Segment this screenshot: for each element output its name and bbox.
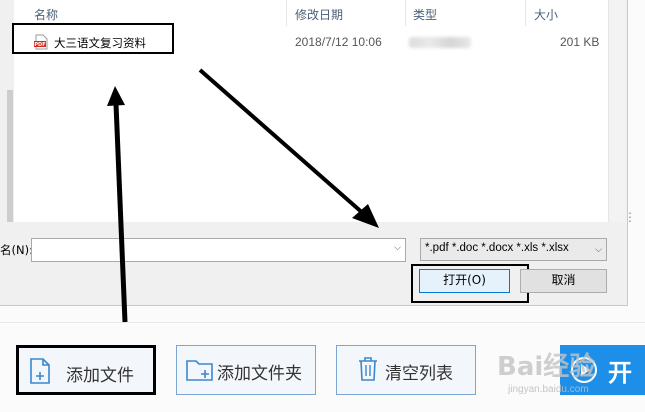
annotation-arrows xyxy=(107,68,379,323)
arrowhead-to-file xyxy=(107,86,125,106)
arrow-line-to-open xyxy=(198,68,367,217)
arrow-line-to-file xyxy=(113,103,128,323)
